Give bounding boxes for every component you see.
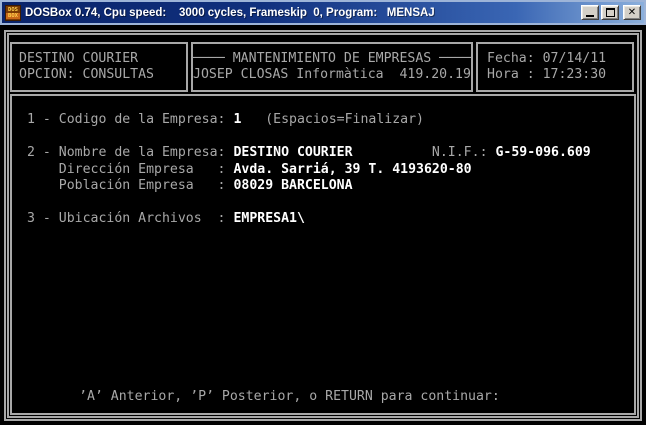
field-direccion-value: Avda. Sarriá, 39 T. 4193620-80 — [233, 162, 471, 177]
company-name: DESTINO COURIER — [19, 51, 186, 67]
field-nombre-value: DESTINO COURIER — [233, 145, 352, 160]
blank-line — [27, 129, 634, 146]
close-icon: ✕ — [628, 8, 636, 18]
window-frame-top: DOS BOX DOSBox 0.74, Cpu speed: 3000 cyc… — [0, 0, 646, 25]
field-nif-label: N.I.F.: — [353, 145, 496, 160]
screen-title: ──── MANTENIMIENTO DE EMPRESAS ──── — [193, 51, 471, 67]
date-line: Fecha: 07/14/11 — [487, 51, 632, 67]
dosbox-app-icon: DOS BOX — [5, 5, 21, 21]
time-line: Hora : 17:23:30 — [487, 67, 632, 83]
field-codigo-label: 1 - Codigo de la Empresa: — [27, 112, 233, 127]
close-button[interactable]: ✕ — [623, 5, 641, 20]
datetime-box: Fecha: 07/14/11 Hora : 17:23:30 — [476, 42, 634, 92]
field-nif-value: G-59-096.609 — [495, 145, 590, 160]
maximize-icon — [606, 8, 615, 17]
field-poblacion-value: 08029 BARCELONA — [233, 178, 352, 193]
field-codigo-hint: (Espacios=Finalizar) — [241, 112, 424, 127]
field-direccion-label: Dirección Empresa : — [27, 162, 233, 177]
window-title: DOSBox 0.74, Cpu speed: 3000 cycles, Fra… — [25, 7, 577, 19]
field-nombre: 2 - Nombre de la Empresa: DESTINO COURIE… — [27, 145, 634, 162]
blank-line — [27, 195, 634, 212]
screen-title-box: ──── MANTENIMIENTO DE EMPRESAS ──── JOSE… — [191, 42, 473, 92]
field-ubicacion: 3 - Ubicación Archivos : EMPRESA1\ — [27, 211, 634, 228]
minimize-button[interactable] — [581, 5, 599, 20]
minimize-icon — [586, 15, 594, 17]
company-box: DESTINO COURIER OPCION: CONSULTAS — [10, 42, 188, 92]
dos-outer-frame: DESTINO COURIER OPCION: CONSULTAS ──── M… — [4, 30, 642, 421]
titlebar[interactable]: DOS BOX DOSBox 0.74, Cpu speed: 3000 cyc… — [2, 2, 644, 23]
dosbox-icon-text-bottom: BOX — [6, 13, 20, 19]
field-direccion: Dirección Empresa : Avda. Sarriá, 39 T. … — [27, 162, 634, 179]
window-controls: ✕ — [581, 5, 641, 20]
form-box: 1 - Codigo de la Empresa: 1 (Espacios=Fi… — [10, 94, 636, 415]
field-codigo: 1 - Codigo de la Empresa: 1 (Espacios=Fi… — [27, 112, 634, 129]
dosbox-window: DOS BOX DOSBox 0.74, Cpu speed: 3000 cyc… — [0, 0, 646, 425]
field-poblacion-label: Población Empresa : — [27, 178, 233, 193]
navigation-prompt: ’A’ Anterior, ’P’ Posterior, o RETURN pa… — [79, 389, 500, 405]
field-poblacion: Población Empresa : 08029 BARCELONA — [27, 178, 634, 195]
current-option: OPCION: CONSULTAS — [19, 67, 186, 83]
field-nombre-label: 2 - Nombre de la Empresa: — [27, 145, 233, 160]
field-ubicacion-label: 3 - Ubicación Archivos : — [27, 211, 233, 226]
vendor-line: JOSEP CLOSAS Informàtica 419.20.19 — [193, 67, 471, 83]
maximize-button[interactable] — [601, 5, 619, 20]
field-ubicacion-value: EMPRESA1\ — [233, 211, 304, 226]
dos-screen[interactable]: DESTINO COURIER OPCION: CONSULTAS ──── M… — [3, 25, 643, 422]
header-row: DESTINO COURIER OPCION: CONSULTAS ──── M… — [10, 42, 636, 92]
